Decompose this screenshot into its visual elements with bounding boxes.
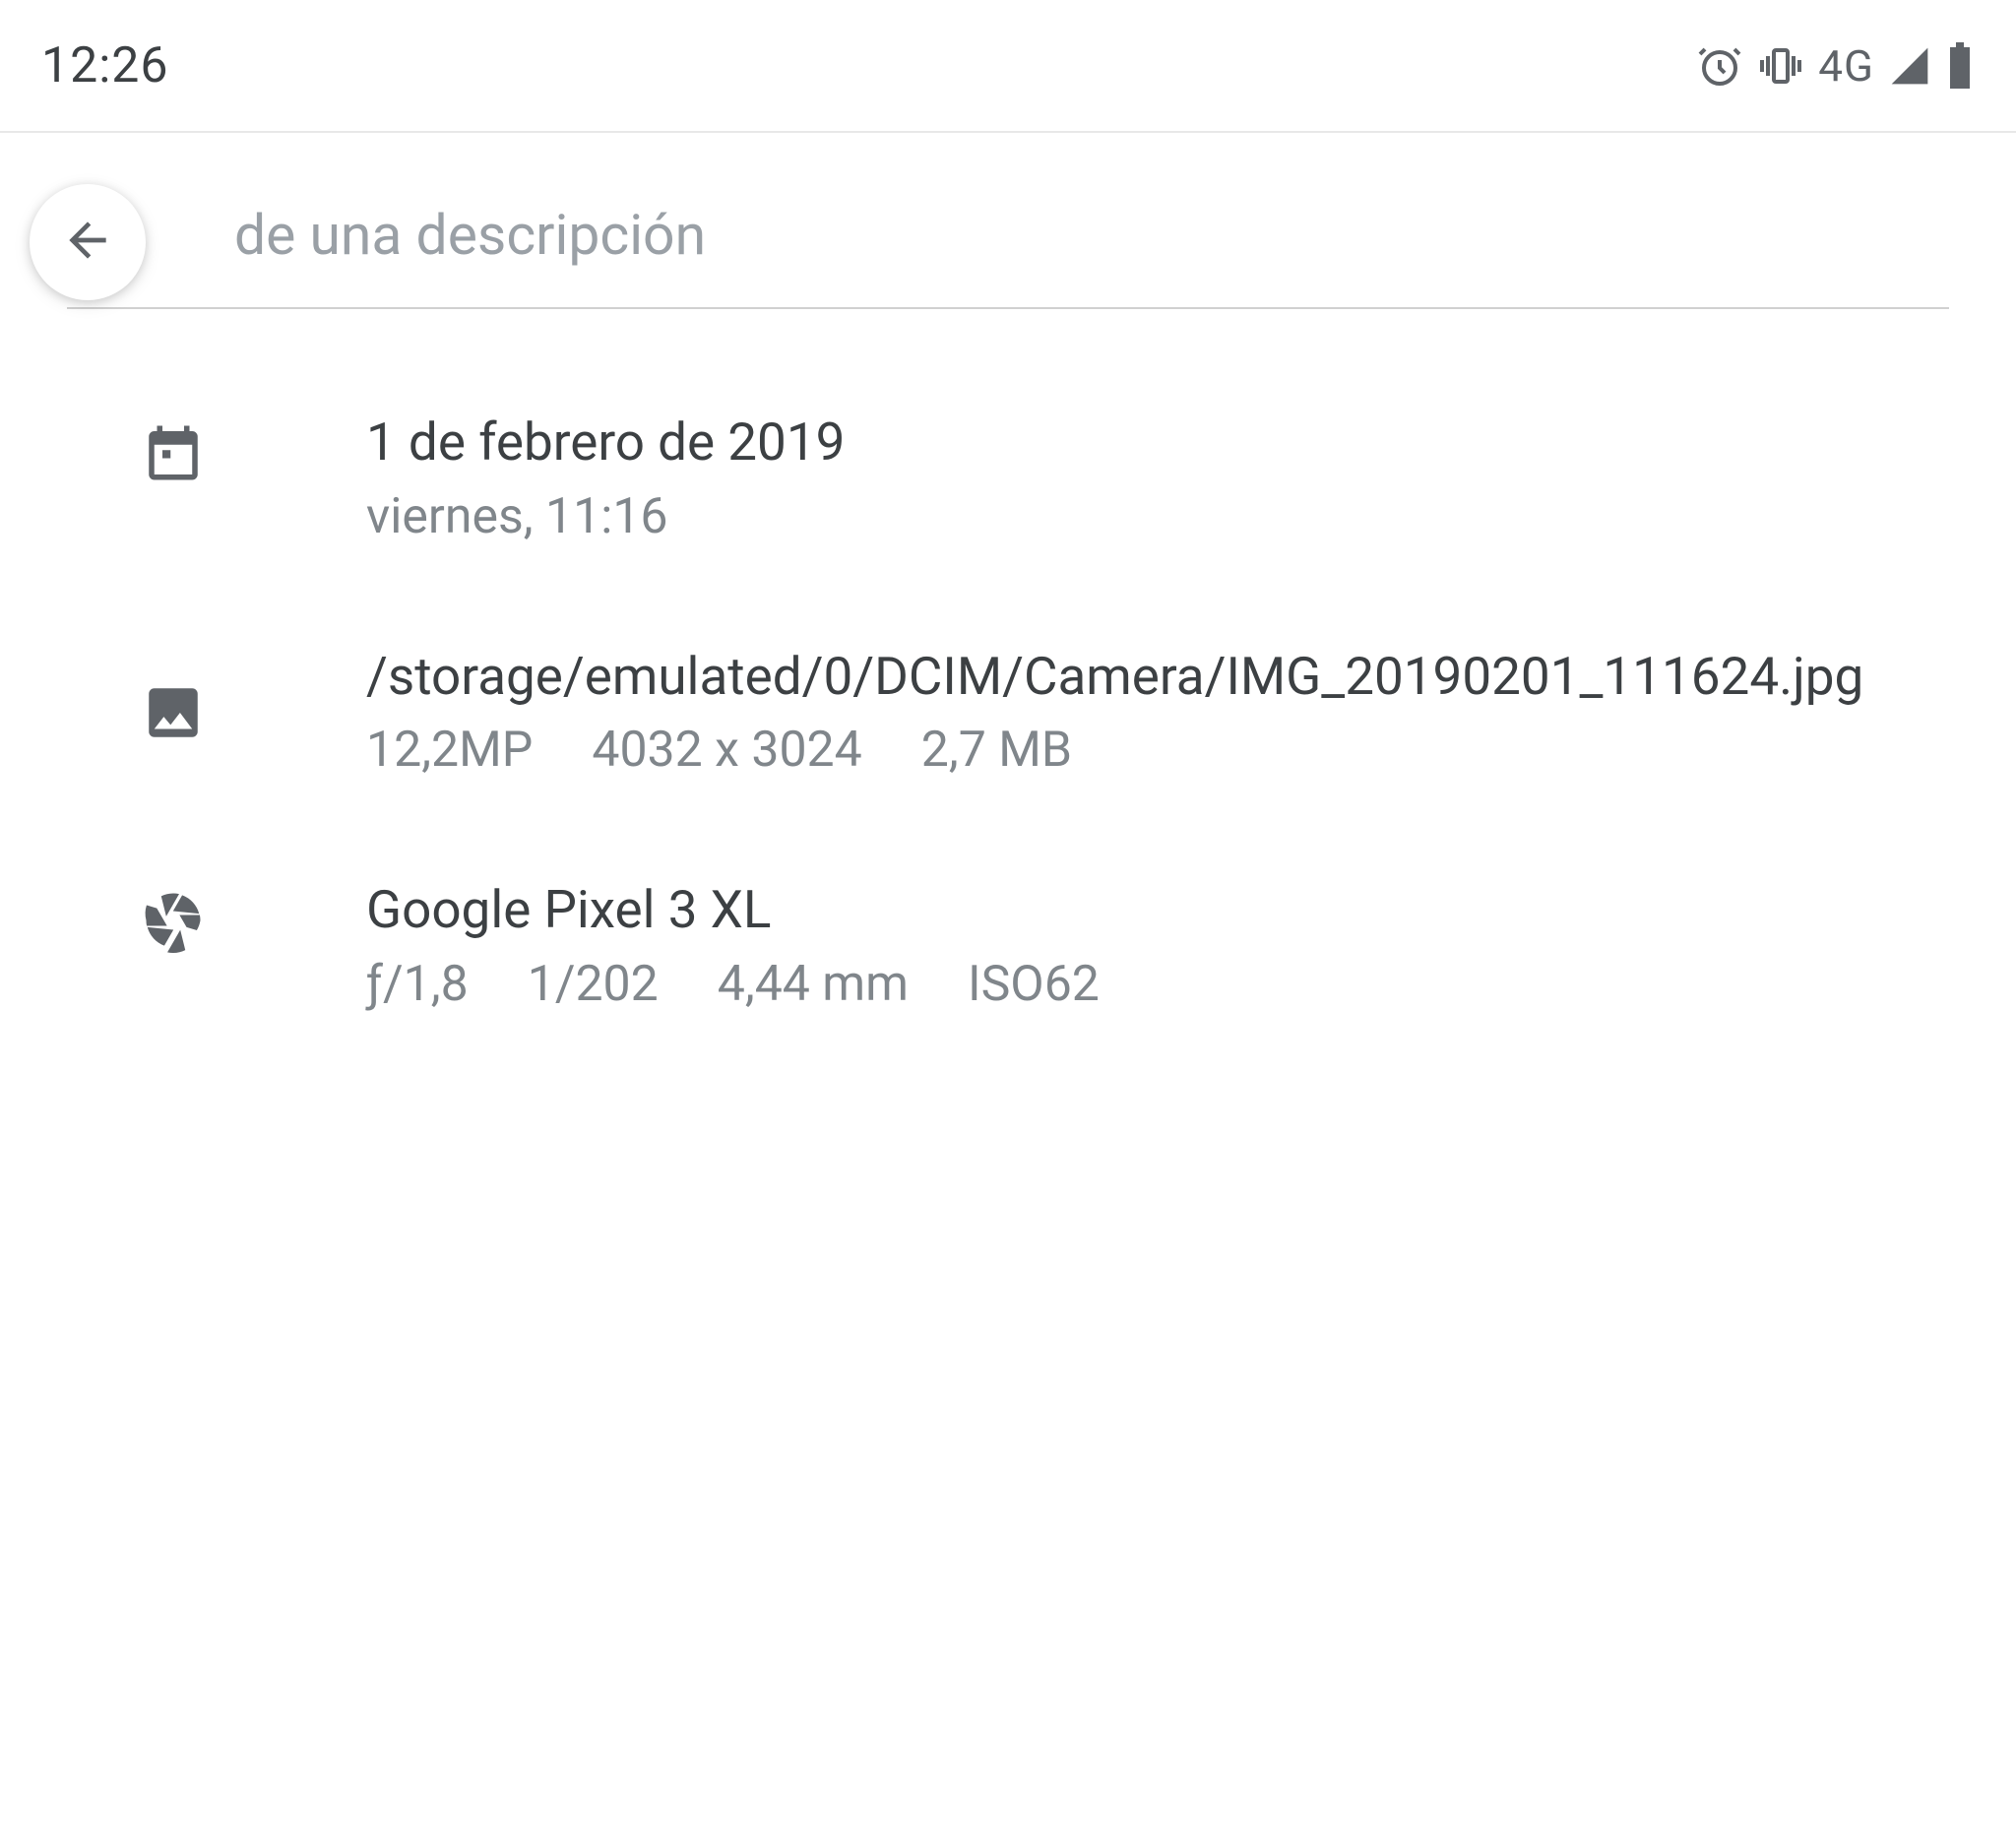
battery-icon xyxy=(1945,42,1975,90)
camera-focal: 4,44 mm xyxy=(718,956,909,1013)
camera-aperture: ƒ/1,8 xyxy=(366,956,469,1013)
camera-meta: ƒ/1,8 1/202 4,44 mm ISO62 xyxy=(366,950,1949,1019)
camera-shutter: 1/202 xyxy=(528,956,659,1013)
aperture-icon xyxy=(138,885,209,956)
file-megapixels: 12,2MP xyxy=(366,722,533,779)
vibrate-icon xyxy=(1757,42,1804,90)
file-size: 2,7 MB xyxy=(921,722,1072,779)
file-dimensions: 4032 x 3024 xyxy=(592,722,861,779)
arrow-back-icon xyxy=(60,213,115,272)
camera-row: Google Pixel 3 XL ƒ/1,8 1/202 4,44 mm ISO62 xyxy=(0,846,2016,1080)
alarm-icon xyxy=(1696,42,1743,90)
date-primary: 1 de febrero de 2019 xyxy=(366,408,1949,478)
file-meta: 12,2MP 4032 x 3024 2,7 MB xyxy=(366,716,1949,785)
calendar-icon xyxy=(138,417,209,488)
details-list: 1 de febrero de 2019 viernes, 11:16 /sto… xyxy=(0,309,2016,1080)
signal-icon xyxy=(1888,44,1931,88)
status-time: 12:26 xyxy=(41,37,169,95)
back-button[interactable] xyxy=(30,184,146,300)
network-label: 4G xyxy=(1818,40,1874,92)
camera-iso: ISO62 xyxy=(968,956,1100,1013)
image-icon xyxy=(138,677,209,748)
status-icons: 4G xyxy=(1696,40,1975,92)
file-row: /storage/emulated/0/DCIM/Camera/IMG_2019… xyxy=(0,612,2016,847)
camera-device: Google Pixel 3 XL xyxy=(366,875,1949,946)
date-row: 1 de febrero de 2019 viernes, 11:16 xyxy=(0,378,2016,612)
description-input[interactable] xyxy=(67,162,1949,309)
file-path: /storage/emulated/0/DCIM/Camera/IMG_2019… xyxy=(366,642,1949,713)
header xyxy=(0,162,2016,309)
date-secondary: viernes, 11:16 xyxy=(366,482,1949,551)
status-bar: 12:26 4G xyxy=(0,0,2016,133)
